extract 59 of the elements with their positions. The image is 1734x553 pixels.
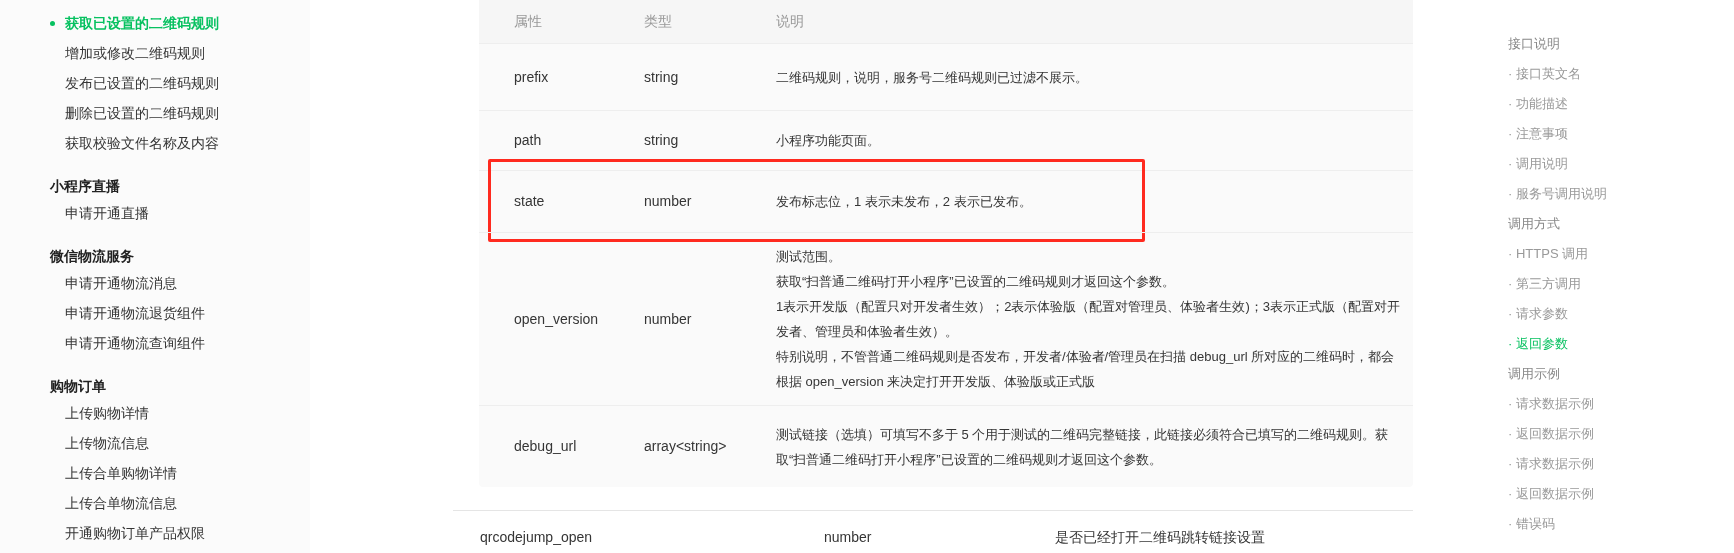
sidebar-group-title: 微信物流服务 (50, 247, 135, 266)
table-cell-text: prefix (514, 67, 550, 87)
toc-link[interactable]: · 返回数据示例 (1508, 479, 1607, 509)
table-cell-text: 发布标志位，1 表示未发布，2 表示已发布。 (776, 193, 1033, 211)
sidebar-link[interactable]: 增加或修改二维码规则 (65, 42, 205, 64)
sidebar-link[interactable]: 发布已设置的二维码规则 (65, 72, 219, 94)
sidebar-link[interactable]: 申请开通物流退货组件 (65, 302, 205, 324)
table-cell-text: 特别说明，不管普通二维码规则是否发布，开发者/体验者/管理员在扫描 debug_url 所对应的二维码时，都会根据 open_version 来决定打开开发版、体验版或正式版 (776, 348, 1396, 391)
toc-section[interactable]: 调用方式 (1508, 209, 1607, 239)
sidebar-link[interactable]: 删除已设置的二维码规则 (65, 102, 219, 124)
sidebar-link[interactable]: 申请开通物流查询组件 (65, 332, 205, 354)
table-cell-text: 测试范围。 (776, 248, 842, 266)
toc-section[interactable]: 调用示例 (1508, 359, 1607, 389)
toc-link[interactable]: · 功能描述 (1508, 89, 1607, 119)
column-header: 说明 (776, 12, 804, 31)
toc-section[interactable]: 接口说明 (1508, 29, 1607, 59)
toc-link[interactable]: · 注意事项 (1508, 119, 1607, 149)
toc-link[interactable]: · 请求数据示例 (1508, 449, 1607, 479)
column-header: 属性 (514, 12, 543, 31)
toc-link[interactable]: · 请求数据示例 (1508, 389, 1607, 419)
toc-link[interactable]: · 第三方调用 (1508, 269, 1607, 299)
toc-link[interactable]: · HTTPS 调用 (1508, 239, 1607, 269)
column-header: 类型 (644, 12, 673, 31)
table-cell-text: 测试链接（选填）可填写不多于 5 个用于测试的二维码完整链接，此链接必须符合已填写的二维码规则。获取“扫普通二维码打开小程序”已设置的二维码规则才返回这个参数。 (776, 425, 1390, 469)
sidebar-link[interactable]: 上传物流信息 (65, 432, 149, 454)
table-cell-text: path (514, 131, 543, 150)
table-cell-text: 小程序功能页面。 (776, 132, 881, 150)
table-cell-text: number (644, 192, 693, 211)
sidebar-group-title: 购物订单 (50, 377, 107, 396)
sidebar-link[interactable]: 开通购物订单产品权限 (65, 522, 205, 544)
sidebar-link[interactable]: 上传合单购物详情 (65, 462, 177, 484)
toc-link[interactable]: · 返回数据示例 (1508, 419, 1607, 449)
table-cell-text: 1表示开发版（配置只对开发者生效）；2表示体验版（配置对管理员、体验者生效)；3表示正式版（配置对开发者、管理员和体验者生效）。 (776, 298, 1402, 341)
table-cell-text: debug_url (514, 437, 578, 456)
sidebar-link[interactable]: 上传合单物流信息 (65, 492, 177, 514)
sidebar-link[interactable]: 申请开通直播 (65, 202, 149, 224)
table-cell-text: qrcodejump_open (480, 528, 594, 547)
toc-link[interactable]: · 错误码 (1508, 509, 1607, 539)
sidebar-group-title: 小程序直播 (50, 177, 121, 196)
table-cell-text: 是否已经打开二维码跳转链接设置 (1055, 528, 1265, 547)
toc-link[interactable]: · 返回参数 (1508, 329, 1607, 359)
sidebar-link[interactable]: 上传购物详情 (65, 402, 149, 424)
toc-link[interactable]: · 调用说明 (1508, 149, 1607, 179)
toc-link[interactable]: · 服务号调用说明 (1508, 179, 1607, 209)
table-cell-text: open_version (514, 309, 600, 329)
sidebar-link[interactable]: 获取校验文件名称及内容 (65, 132, 219, 154)
bullet-icon (50, 20, 55, 26)
table-cell-text: 获取“扫普通二维码打开小程序”已设置的二维码规则才返回这个参数。 (776, 273, 1176, 291)
table-cell-text: string (644, 67, 680, 87)
table-cell-text: state (514, 192, 546, 211)
table-cell-text: 二维码规则，说明，服务号二维码规则已过滤不展示。 (776, 68, 1089, 87)
table-cell-text: array<string> (644, 437, 728, 456)
sidebar-link[interactable]: 申请开通物流消息 (65, 272, 177, 294)
toc-link[interactable]: · 请求参数 (1508, 299, 1607, 329)
sidebar-link[interactable]: 获取已设置的二维码规则 (65, 12, 219, 34)
table-cell-text: string (644, 131, 680, 150)
table-cell-text: number (644, 309, 693, 329)
toc-link[interactable]: · 接口英文名 (1508, 59, 1607, 89)
table-cell-text: number (824, 528, 873, 547)
